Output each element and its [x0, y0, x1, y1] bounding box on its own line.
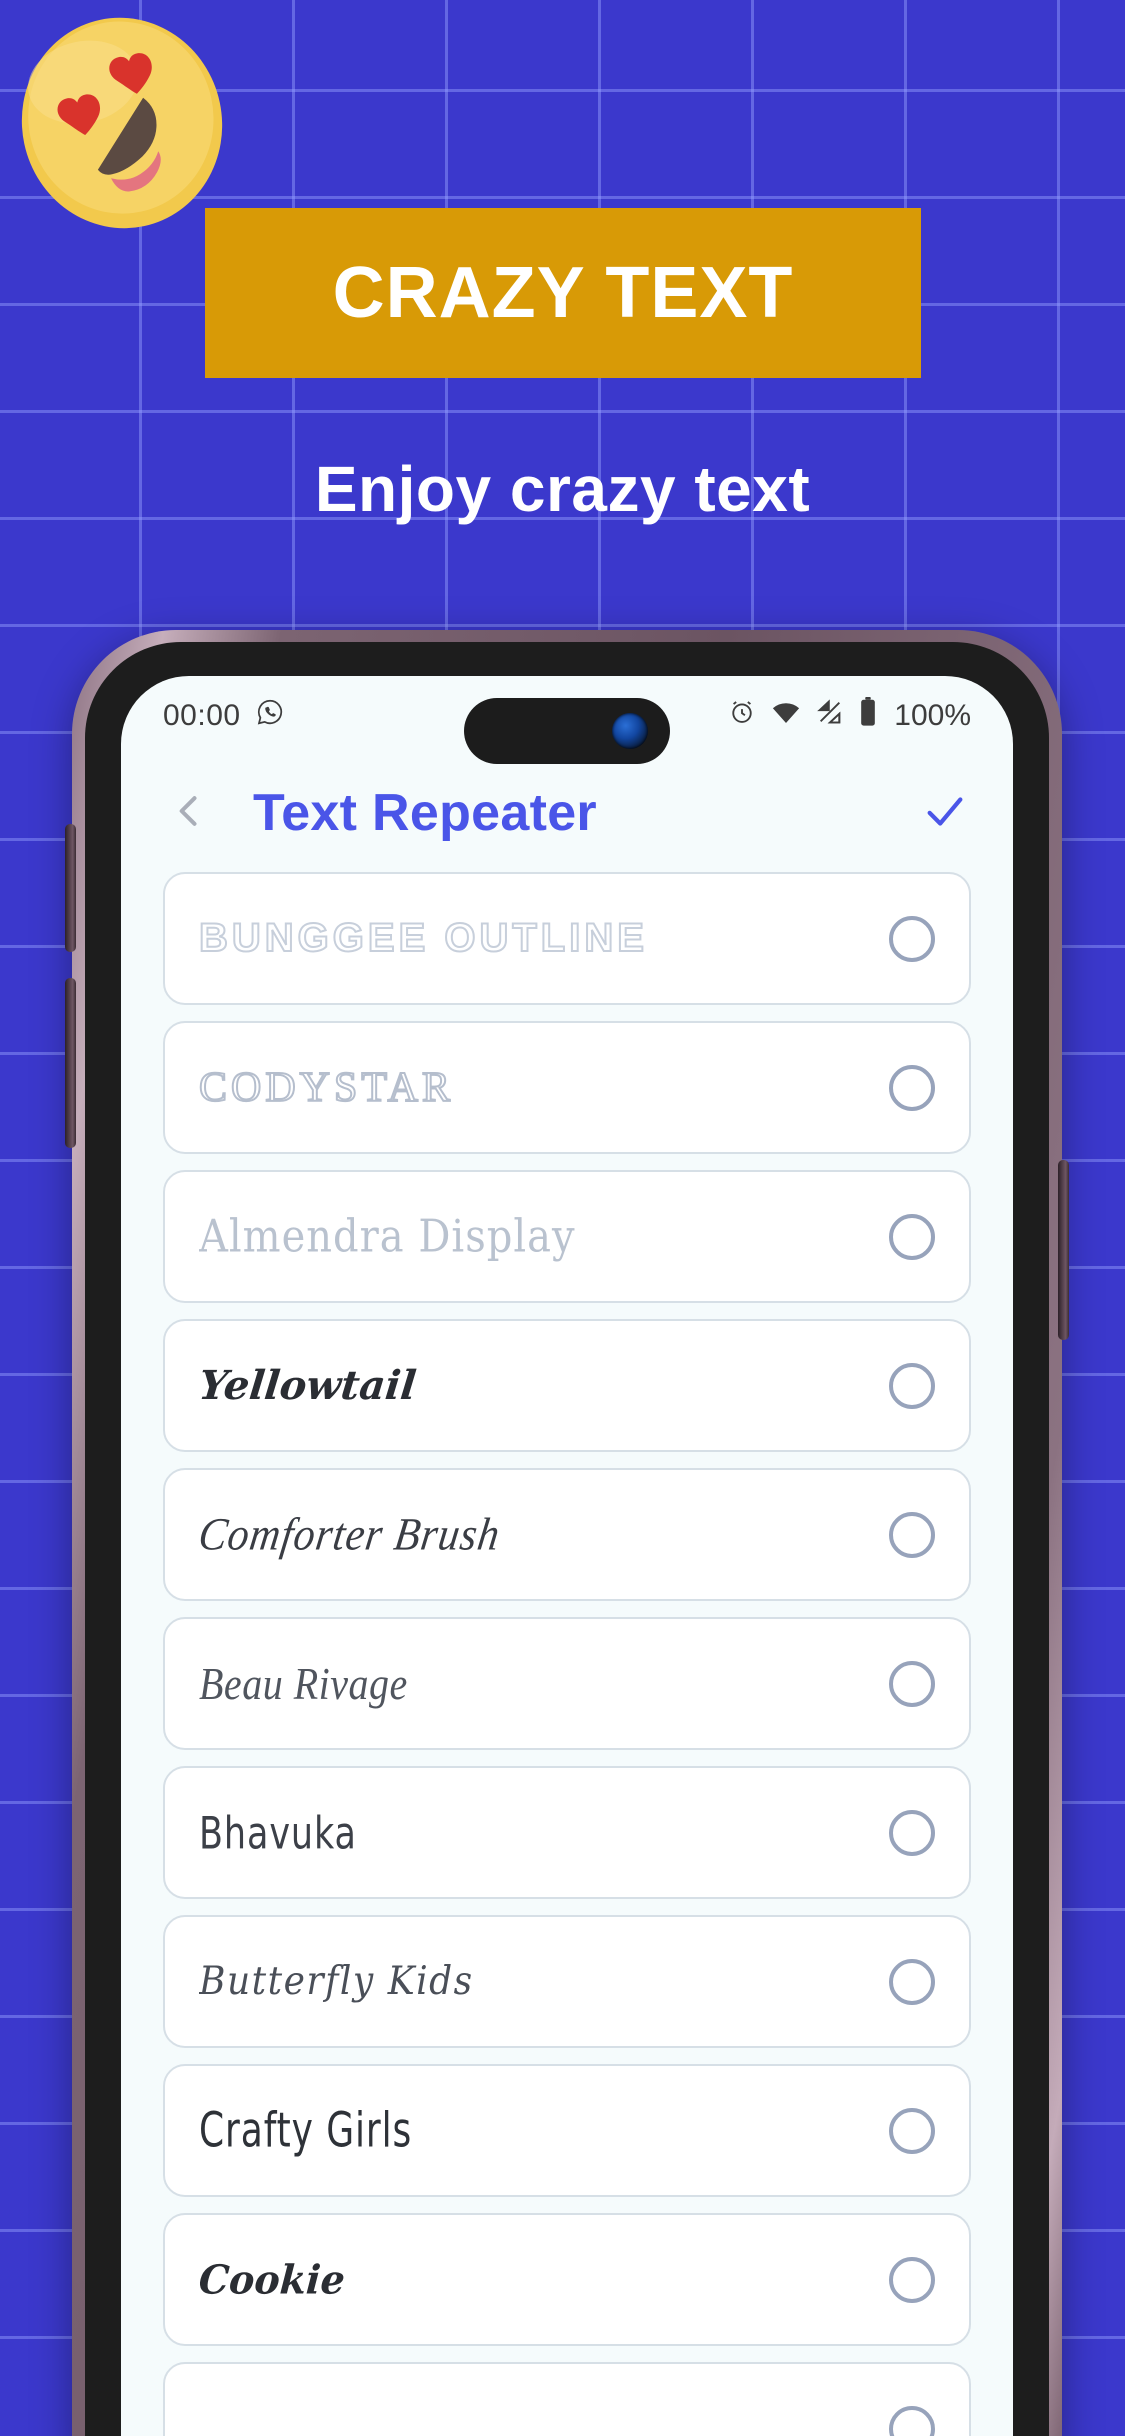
app-header: Text Repeater: [121, 762, 1013, 864]
font-name-label: CODYSTAR: [199, 1064, 455, 1112]
status-bar-left: 00:00: [163, 697, 285, 735]
font-select-radio[interactable]: [889, 1809, 935, 1856]
font-select-radio[interactable]: [889, 2405, 935, 2436]
font-list-item[interactable]: Comforter Brush: [163, 1468, 971, 1601]
font-name-label: Almendra Display: [199, 1210, 576, 1263]
phone-screen: 00:00 100% Text Repeater BUNGGEE OUTLINE…: [121, 676, 1013, 2436]
font-list-item[interactable]: Cookie: [163, 2213, 971, 2346]
check-icon: [922, 788, 968, 839]
wifi-icon: [771, 699, 801, 733]
font-list-item[interactable]: Almendra Display: [163, 1170, 971, 1303]
font-select-radio[interactable]: [889, 1958, 935, 2005]
font-select-radio[interactable]: [889, 2256, 935, 2303]
volume-down-button[interactable]: [65, 978, 76, 1148]
power-button[interactable]: [1058, 1160, 1069, 1340]
font-select-radio[interactable]: [889, 2107, 935, 2154]
page-title: Text Repeater: [253, 784, 597, 842]
font-name-label: Butterfly Kids: [199, 1958, 474, 2005]
font-list-item[interactable]: BUNGGEE OUTLINE: [163, 872, 971, 1005]
font-select-radio[interactable]: [889, 1213, 935, 1260]
font-name-label: Bhavuka: [199, 1806, 357, 1859]
font-name-label: Crafty Girls: [199, 2102, 413, 2159]
font-list[interactable]: BUNGGEE OUTLINE CODYSTAR Almendra Display Y…: [121, 872, 1013, 2436]
font-select-radio[interactable]: [889, 1660, 935, 1707]
whatsapp-icon: [255, 697, 285, 735]
promo-banner: CRAZY TEXT: [205, 208, 921, 378]
font-list-item[interactable]: Yellowtail: [163, 1319, 971, 1452]
font-name-label: Beau Rivage: [199, 1657, 408, 1710]
font-name-label: BUNGGEE OUTLINE: [199, 916, 648, 961]
font-name-label: Comforter Brush: [195, 1509, 504, 1560]
font-list-item[interactable]: Beau Rivage: [163, 1617, 971, 1750]
banner-title: CRAZY TEXT: [332, 253, 794, 333]
status-bar-right: 100%: [728, 697, 971, 735]
font-select-radio[interactable]: [889, 1511, 935, 1558]
dynamic-island: [464, 698, 670, 764]
chevron-left-icon: [167, 789, 211, 838]
promo-subtitle: Enjoy crazy text: [314, 453, 811, 525]
signal-off-icon: [816, 698, 844, 734]
font-list-item[interactable]: Crafty Girls: [163, 2064, 971, 2197]
volume-up-button[interactable]: [65, 824, 76, 952]
alarm-icon: [728, 698, 756, 734]
font-list-item[interactable]: CODYSTAR: [163, 1021, 971, 1154]
font-name-label: Cookie: [197, 2255, 347, 2304]
phone-mockup: 00:00 100% Text Repeater BUNGGEE OUTLINE…: [65, 630, 1069, 2436]
font-select-radio[interactable]: [889, 915, 935, 962]
back-button[interactable]: [161, 785, 217, 841]
font-list-item[interactable]: [163, 2362, 971, 2436]
font-select-radio[interactable]: [889, 1362, 935, 1409]
font-name-label: Yellowtail: [196, 1362, 419, 1409]
font-list-item[interactable]: Bhavuka: [163, 1766, 971, 1899]
status-time: 00:00: [163, 699, 241, 732]
battery-icon: [859, 697, 877, 735]
battery-percent: 100%: [894, 699, 971, 732]
confirm-button[interactable]: [917, 785, 973, 841]
phone-body: 00:00 100% Text Repeater BUNGGEE OUTLINE…: [85, 642, 1049, 2436]
front-camera-icon: [612, 713, 648, 749]
font-select-radio[interactable]: [889, 1064, 935, 1111]
font-list-item[interactable]: Butterfly Kids: [163, 1915, 971, 2048]
